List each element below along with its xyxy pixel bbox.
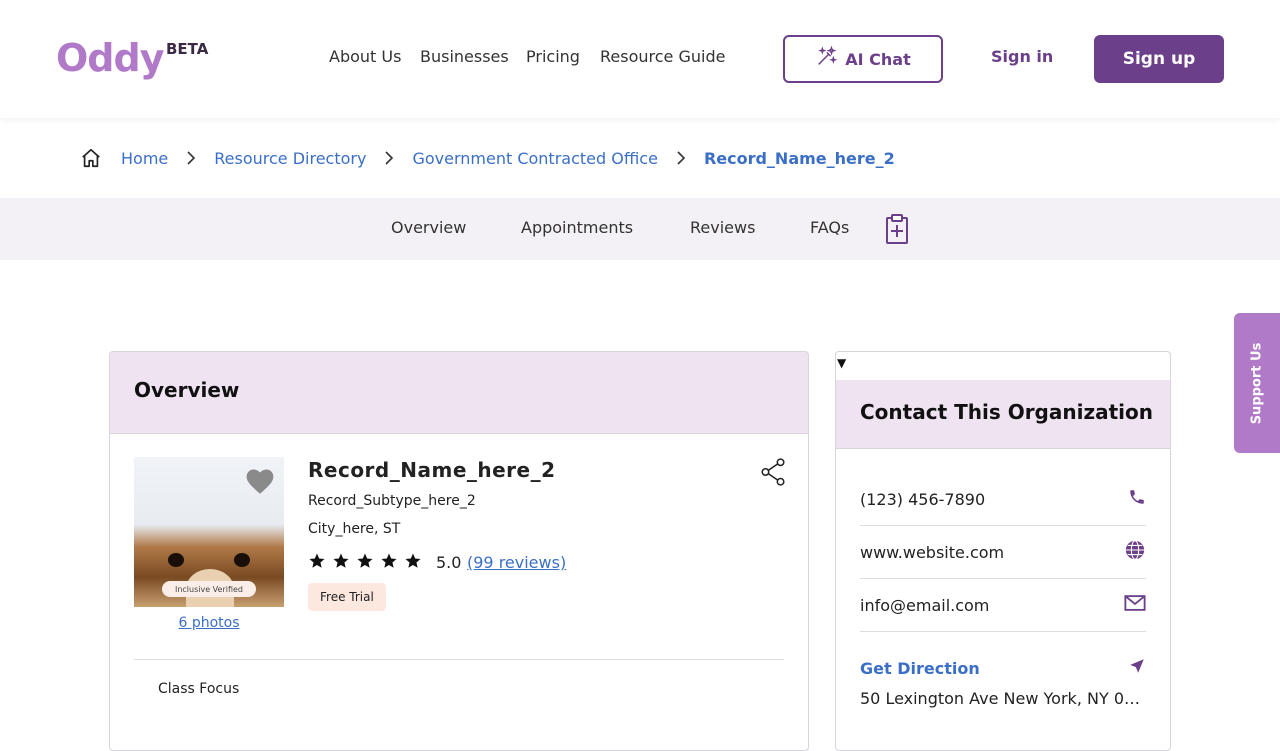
contact-card: ▼ Contact This Organization (123) 456-78… bbox=[835, 351, 1171, 751]
breadcrumb-government-office[interactable]: Government Contracted Office bbox=[412, 149, 657, 168]
navigation-arrow-icon[interactable] bbox=[1128, 657, 1146, 679]
record-subtype: Record_Subtype_here_2 bbox=[308, 493, 476, 509]
clipboard-plus-icon[interactable] bbox=[885, 213, 909, 249]
dog-eye-right bbox=[234, 553, 250, 567]
chevron-right-icon bbox=[676, 150, 686, 166]
overview-card: Overview Inclusive Verified 6 photos Rec… bbox=[109, 351, 809, 751]
photos-link[interactable]: 6 photos bbox=[134, 615, 284, 631]
contact-email-row[interactable]: info@email.com bbox=[860, 579, 1146, 632]
ai-chat-label: AI Chat bbox=[845, 49, 911, 69]
phone-number: (123) 456-7890 bbox=[860, 489, 986, 509]
tab-overview[interactable]: Overview bbox=[391, 218, 466, 237]
record-name: Record_Name_here_2 bbox=[308, 458, 556, 482]
dog-eye-left bbox=[168, 553, 184, 567]
nav-pricing[interactable]: Pricing bbox=[526, 47, 580, 66]
star-icon bbox=[333, 553, 349, 568]
ai-chat-button[interactable]: AI Chat bbox=[783, 35, 943, 83]
home-icon[interactable] bbox=[80, 147, 102, 169]
class-focus-heading: Class Focus bbox=[158, 681, 240, 697]
heart-icon[interactable] bbox=[244, 467, 276, 499]
star-rating bbox=[308, 552, 422, 570]
caret-down-icon[interactable]: ▼ bbox=[837, 356, 846, 370]
star-icon bbox=[309, 553, 325, 568]
website-url: www.website.com bbox=[860, 542, 1005, 562]
phone-icon[interactable] bbox=[1128, 488, 1146, 510]
tab-reviews[interactable]: Reviews bbox=[690, 218, 755, 237]
address: 50 Lexington Ave New York, NY 01... bbox=[860, 689, 1146, 708]
reviews-link[interactable]: (99 reviews) bbox=[467, 553, 566, 572]
sign-up-button[interactable]: Sign up bbox=[1094, 35, 1224, 83]
sign-in-link[interactable]: Sign in bbox=[991, 47, 1053, 66]
contact-website-row[interactable]: www.website.com bbox=[860, 526, 1146, 579]
site-header: Oddy BETA About Us Businesses Pricing Re… bbox=[0, 0, 1280, 118]
share-icon[interactable] bbox=[760, 458, 786, 490]
nav-businesses[interactable]: Businesses bbox=[420, 47, 509, 66]
contact-title: Contact This Organization bbox=[836, 380, 1170, 449]
breadcrumb-current: Record_Name_here_2 bbox=[703, 148, 895, 168]
support-us-tab[interactable]: Support Us bbox=[1234, 313, 1280, 453]
nav-about-us[interactable]: About Us bbox=[329, 47, 401, 66]
logo[interactable]: Oddy bbox=[56, 36, 164, 80]
support-us-label: Support Us bbox=[1249, 342, 1265, 424]
magic-wand-icon bbox=[815, 45, 838, 72]
tab-faqs[interactable]: FAQs bbox=[810, 218, 849, 237]
globe-icon[interactable] bbox=[1124, 539, 1146, 565]
nav-resource-guide[interactable]: Resource Guide bbox=[600, 47, 725, 66]
email-address: info@email.com bbox=[860, 595, 990, 615]
divider bbox=[134, 659, 784, 660]
inclusive-verified-badge: Inclusive Verified bbox=[162, 581, 256, 597]
rating-value: 5.0 bbox=[436, 553, 462, 572]
get-direction-row: Get Direction bbox=[860, 657, 1146, 679]
tab-appointments[interactable]: Appointments bbox=[521, 218, 633, 237]
breadcrumb-home[interactable]: Home bbox=[121, 149, 168, 168]
overview-title: Overview bbox=[110, 352, 808, 434]
star-icon bbox=[405, 553, 421, 568]
contact-phone-row[interactable]: (123) 456-7890 bbox=[860, 473, 1146, 526]
mail-icon[interactable] bbox=[1124, 594, 1146, 616]
chevron-right-icon bbox=[186, 150, 196, 166]
breadcrumb: Home Resource Directory Government Contr… bbox=[80, 145, 895, 171]
section-tabs bbox=[0, 198, 1280, 260]
record-city: City_here, ST bbox=[308, 521, 401, 537]
beta-label: BETA bbox=[166, 40, 209, 58]
star-icon bbox=[357, 553, 373, 568]
breadcrumb-resource-directory[interactable]: Resource Directory bbox=[214, 149, 366, 168]
get-direction-link[interactable]: Get Direction bbox=[860, 659, 980, 678]
star-icon bbox=[381, 553, 397, 568]
chevron-right-icon bbox=[384, 150, 394, 166]
free-trial-tag: Free Trial bbox=[308, 583, 386, 611]
